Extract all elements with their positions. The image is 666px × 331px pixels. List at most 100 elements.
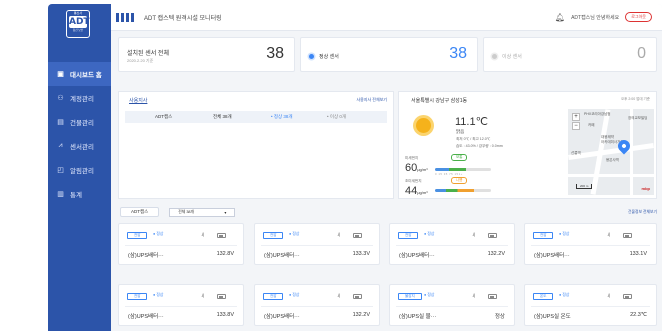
building-more-link[interactable]: 건물정보 전체보기 <box>628 210 657 215</box>
sensor-status: ● 정상 <box>289 232 300 236</box>
building-select-value: 전체 38개 <box>178 209 195 214</box>
signal-icon: .ıl| <box>201 232 204 237</box>
logo-bottom-text: 통신 보안 <box>72 29 84 32</box>
sensor-value: 132.8V <box>216 251 234 257</box>
map-road <box>568 174 654 177</box>
user-area: 🔔︎ ADT캡스님 안녕하세요 로그아웃 <box>555 12 652 22</box>
building-filter-bar: ADT캡스 전체 38개 ▾ 건물정보 전체보기 <box>118 205 657 219</box>
site-row[interactable]: ADT캡스 전체 38개 • 정상 38개 • 이상 0개 <box>125 111 387 123</box>
sensor-card[interactable]: 온도 ● 정상 .ıl| (삼)UPS실 온도 22.3℃ <box>524 284 657 326</box>
user-icon: ⚇ <box>57 95 64 102</box>
normal-sensors-label: 정상 센서 <box>319 54 339 60</box>
sensor-card[interactable]: 전압 ● 정상 .ıl| (삼)UPS배터··· 133.3V <box>254 223 380 265</box>
abnormal-sensors-value: 0 <box>637 45 646 62</box>
sensor-name: (삼)UPS실 온도 <box>534 314 571 320</box>
sensor-card[interactable]: 전압 ● 정상 .ıl| (삼)UPS배터··· 133.1V <box>524 223 657 265</box>
sidebar-item-label: 계정관리 <box>70 96 94 103</box>
bell-icon[interactable]: 🔔︎ <box>555 13 565 22</box>
battery-icon <box>217 233 226 238</box>
building-select[interactable]: 전체 38개 ▾ <box>169 207 236 217</box>
sensor-card[interactable]: 전압 ● 정상 .ıl| (삼)UPS배터··· 132.2V <box>254 284 380 326</box>
sensor-name: (삼)UPS배터··· <box>534 253 570 259</box>
normal-sensors-card[interactable]: 정상 센서 38 <box>300 37 478 72</box>
battery-icon <box>623 233 632 238</box>
abnormal-dot-icon <box>492 54 497 59</box>
total-sensors-value: 38 <box>266 45 284 62</box>
map-label: 장의교보빌딩 <box>628 116 648 120</box>
sensor-name: (삼)UPS배터··· <box>399 253 435 259</box>
sensor-card[interactable]: 전압 ● 정상 .ıl| (삼)UPS배터··· 132.8V <box>118 223 244 265</box>
adt-logo[interactable]: 통신사 ADT 통신 보안 <box>66 10 90 38</box>
dashboard-icon: ▣ <box>57 71 64 78</box>
sidebar-item-buildings[interactable]: ▤ 건물관리 <box>48 110 111 134</box>
map-zoom-out-button[interactable]: − <box>572 122 580 130</box>
map-brand-logo: mbp <box>641 186 650 191</box>
sensor-card[interactable]: 전압 ● 정상 .ıl| (삼)UPS배터··· 133.8V <box>118 284 244 326</box>
signal-icon: .ıl| <box>337 232 340 237</box>
welcome-text: ADT캡스님 안녕하세요 <box>571 14 620 21</box>
card-divider <box>125 245 237 246</box>
weather-panel: 서울특별시 강남구 삼성1동 오후 2:00 업데 기준 11.1℃ 맑음 최저… <box>398 91 657 199</box>
sidebar-item-dashboard[interactable]: ▣ 대시보드 홈 <box>48 62 111 86</box>
sidebar-item-label: 건물관리 <box>70 120 94 127</box>
sensor-type-tag: 전압 <box>263 293 284 300</box>
sidebar-item-sensors[interactable]: ⩘ 센서관리 <box>48 134 111 158</box>
card-divider <box>261 245 373 246</box>
sensor-status: ● 정상 <box>559 232 570 236</box>
sidebar-nav: ▣ 대시보드 홈 ⚇ 계정관리 ▤ 건물관리 ⩘ 센서관리 ◰ 알림관리 ▥ 통… <box>48 62 111 206</box>
pm10-ticks: 0 15 35 75 151+ <box>435 172 463 176</box>
chevron-down-icon: ▾ <box>224 210 227 215</box>
sensor-value: 133.8V <box>216 312 234 318</box>
sidebar-item-alerts[interactable]: ◰ 알림관리 <box>48 158 111 182</box>
pm10-unit: μg/m³ <box>417 167 428 172</box>
sensor-type-tag: 전압 <box>398 232 419 239</box>
normal-sensors-value: 38 <box>449 45 467 62</box>
battery-icon <box>353 233 362 238</box>
alert-icon: ◰ <box>57 167 64 174</box>
abnormal-sensors-card[interactable]: 이상 센서 0 <box>483 37 657 72</box>
site-panel-title[interactable]: 사용지사 <box>129 97 147 104</box>
normal-sensors-label-wrap: 정상 센서 <box>309 53 339 60</box>
pm10-value-wrap: 60μg/m³ <box>405 162 428 174</box>
location-map[interactable]: PHX코리아강남점 장의교보빌딩 대웅제약 아카데미사거리 선릉역 봉은사역 카… <box>568 109 654 195</box>
sensor-status: ● 정상 <box>424 232 435 236</box>
sensor-status: ● 정상 <box>153 293 164 297</box>
sensor-status: ● 정상 <box>289 293 300 297</box>
sensor-name: (삼)UPS배터··· <box>128 253 164 259</box>
site-panel: 사용지사 사용지사 전체보기 ADT캡스 전체 38개 • 정상 38개 • 이… <box>118 91 394 199</box>
sun-icon <box>416 118 431 133</box>
site-panel-more-link[interactable]: 사용지사 전체보기 <box>356 97 387 103</box>
signal-icon: .ıl| <box>472 232 475 237</box>
sidebar-item-label: 센서관리 <box>70 144 94 151</box>
pm25-bar <box>435 189 491 192</box>
abnormal-sensors-label-wrap: 이상 센서 <box>492 53 522 60</box>
sensor-value: 133.1V <box>629 251 647 257</box>
sensor-value: 132.2V <box>487 251 505 257</box>
sidebar-item-accounts[interactable]: ⚇ 계정관리 <box>48 86 111 110</box>
sensor-name: (삼)UPS실 물··· <box>399 314 437 320</box>
sensor-value: 정상 <box>494 314 505 320</box>
card-divider <box>531 245 650 246</box>
map-zoom-in-button[interactable]: + <box>572 113 580 121</box>
sensor-chart-icon: ⩘ <box>58 142 63 149</box>
sidebar-item-stats[interactable]: ▥ 통계 <box>48 182 111 206</box>
menu-bars-icon[interactable] <box>116 12 134 22</box>
sensor-type-tag: 온도 <box>533 293 554 300</box>
site-filter-tab[interactable]: ADT캡스 <box>120 207 160 217</box>
pm10-bar <box>435 168 491 171</box>
sensor-card[interactable]: 전압 ● 정상 .ıl| (삼)UPS배터··· 132.2V <box>389 223 515 265</box>
pm25-grade-badge: 나쁨 <box>451 177 468 184</box>
sidebar-item-label: 알림관리 <box>70 168 94 175</box>
logout-button[interactable]: 로그아웃 <box>625 12 652 22</box>
weather-temperature: 11.1℃ <box>455 116 488 128</box>
pm10-grade-badge: 보통 <box>451 154 468 161</box>
card-divider <box>396 306 508 307</box>
total-sensors-label: 설치된 센서 전체 <box>127 51 169 57</box>
sensor-type-tag: 전압 <box>533 232 554 239</box>
signal-icon: .ıl| <box>607 293 610 298</box>
sensor-card[interactable]: 물감지 ● 정상 .ıl| (삼)UPS실 물··· 정상 <box>389 284 515 326</box>
site-normal: • 정상 38개 <box>271 114 293 119</box>
map-label: 선릉역 <box>571 151 581 155</box>
battery-icon <box>217 294 226 299</box>
battery-icon <box>488 294 497 299</box>
